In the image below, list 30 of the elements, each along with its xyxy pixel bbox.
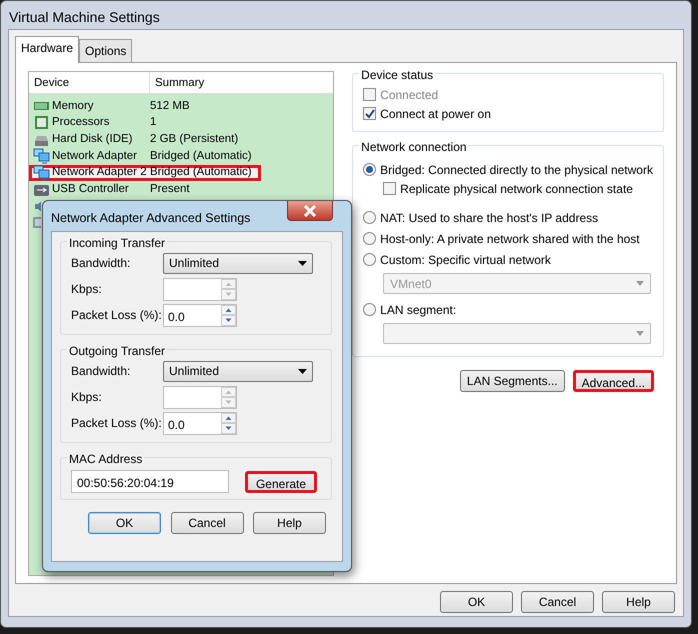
dialog-title: Network Adapter Advanced Settings <box>51 211 250 225</box>
field-label: Kbps: <box>71 281 103 298</box>
radio-label: NAT: Used to share the host's IP address <box>380 210 598 226</box>
device-summary: Bridged (Automatic) <box>150 165 252 180</box>
radio-label: LAN segment: <box>380 302 456 318</box>
field-label: Packet Loss (%): <box>71 415 163 432</box>
device-summary: 2 GB (Persistent) <box>150 132 238 148</box>
field-label: Packet Loss (%): <box>71 307 163 324</box>
field-label: Bandwidth: <box>71 363 132 380</box>
field-label: Bandwidth: <box>71 255 132 272</box>
checkbox-label: Connected <box>380 86 438 104</box>
device-summary: Present <box>150 182 190 198</box>
column-header: Summary <box>154 76 206 91</box>
device-name: Network Adapter 2 <box>52 165 147 180</box>
device-name: Processors <box>52 115 110 130</box>
window-title: Virtual Machine Settings <box>9 9 160 25</box>
device-name: Memory <box>52 98 94 114</box>
device-name: Network Adapter <box>52 148 138 164</box>
field-label: Kbps: <box>71 389 103 406</box>
device-summary: 512 MB <box>150 98 190 114</box>
column-header: Device <box>29 72 150 93</box>
radio-label: Custom: Specific virtual network <box>380 252 551 268</box>
device-name: Hard Disk (IDE) <box>52 132 133 148</box>
checkbox-label: Connect at power on <box>380 106 491 122</box>
device-name: USB Controller <box>52 182 129 198</box>
device-summary: 1 <box>150 115 156 130</box>
checkbox-label: Replicate physical network connection state <box>400 180 633 198</box>
device-summary: Bridged (Automatic) <box>150 148 252 164</box>
radio-label: Host-only: A private network shared with the host <box>380 230 640 248</box>
radio-label: Bridged: Connected directly to the physical network <box>380 162 653 178</box>
